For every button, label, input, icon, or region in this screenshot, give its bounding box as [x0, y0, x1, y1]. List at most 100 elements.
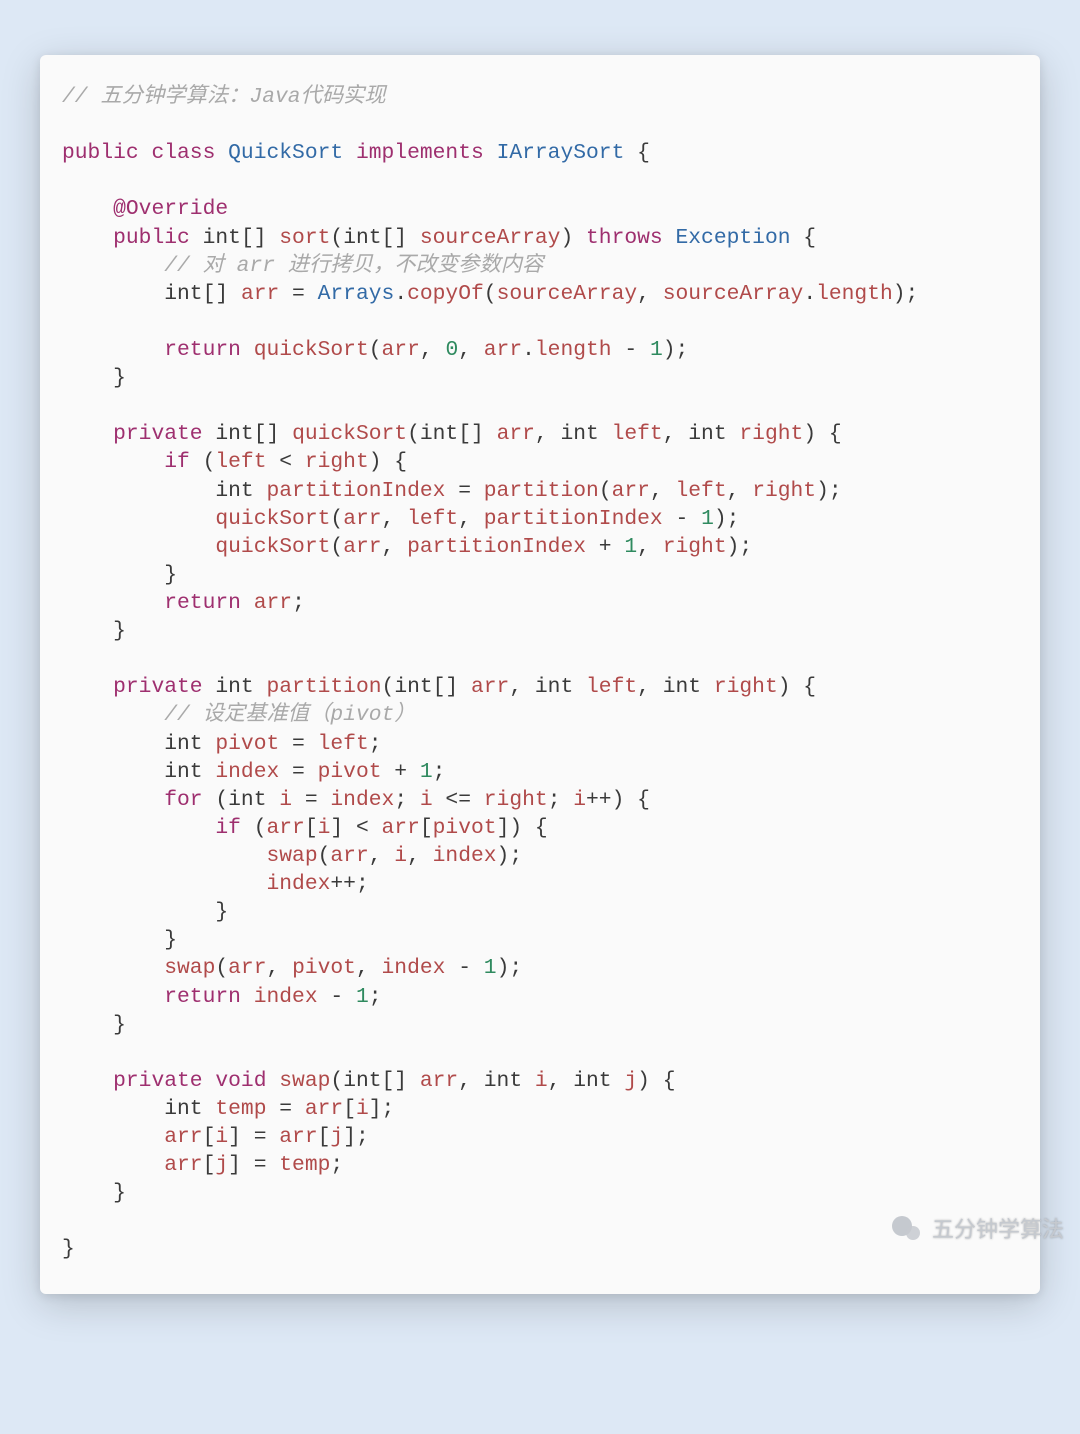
code-token: temp [215, 1097, 266, 1121]
code-token: [] [433, 675, 471, 699]
code-token [62, 1097, 164, 1121]
code-token: ( [330, 507, 343, 531]
code-token [62, 507, 215, 531]
code-token [62, 844, 266, 868]
code-token: private [113, 422, 202, 446]
code-token: right [739, 422, 803, 446]
code-token: right [752, 479, 816, 503]
code-token [62, 282, 164, 306]
code-token [203, 760, 216, 784]
code-token: i [279, 788, 292, 812]
code-token: Exception [676, 226, 791, 250]
code-token: + [382, 760, 420, 784]
code-token: , [727, 479, 753, 503]
watermark-text: 五分钟学算法 [932, 1212, 1064, 1244]
code-token [62, 1069, 113, 1093]
code-token: arr [164, 1153, 202, 1177]
code-token: j [624, 1069, 637, 1093]
code-token: private [113, 675, 202, 699]
code-token: length [816, 282, 893, 306]
code-token: int [535, 675, 573, 699]
code-token: ); [893, 282, 919, 306]
code-token: = [279, 282, 317, 306]
code-token: left [318, 732, 369, 756]
code-token: } [62, 928, 177, 952]
code-token: ) [560, 226, 586, 250]
code-token: [ [420, 816, 433, 840]
code-token: arr [343, 535, 381, 559]
code-token: partitionIndex [407, 535, 586, 559]
code-token: int [203, 226, 241, 250]
code-token: , [548, 1069, 574, 1093]
code-token: } [62, 1237, 75, 1261]
code-token: public [62, 141, 139, 165]
code-token: pivot [215, 732, 279, 756]
code-token: arr [343, 507, 381, 531]
code-token: < [267, 450, 305, 474]
code-token: int [164, 282, 202, 306]
code-token: int [164, 1097, 202, 1121]
code-token: ( [190, 450, 216, 474]
code-card: // 五分钟学算法：Java代码实现 public class QuickSor… [40, 55, 1040, 1294]
code-token: swap [279, 1069, 330, 1093]
code-token: int [215, 479, 253, 503]
code-token: // 五分钟学算法：Java代码实现 [62, 85, 386, 109]
wechat-icon [892, 1216, 926, 1240]
code-token: = [292, 788, 330, 812]
code-token: for [164, 788, 202, 812]
code-token [62, 675, 113, 699]
code-token [203, 1069, 216, 1093]
code-token [267, 788, 280, 812]
code-token: int [560, 422, 598, 446]
code-token: partition [484, 479, 599, 503]
code-token [62, 788, 164, 812]
code-token: . [522, 338, 535, 362]
code-token: int [573, 1069, 611, 1093]
code-token: arr [420, 1069, 458, 1093]
code-token: // 设定基准值（pivot） [164, 703, 415, 727]
code-token [62, 703, 164, 727]
code-token: } [62, 900, 228, 924]
code-token: int [484, 1069, 522, 1093]
code-token: ); [727, 535, 753, 559]
code-token: ; [433, 760, 446, 784]
code-token: arr [612, 479, 650, 503]
code-token: quickSort [215, 535, 330, 559]
code-token: partitionIndex [484, 507, 663, 531]
code-token [599, 422, 612, 446]
code-token [62, 1153, 164, 1177]
code-token: ( [407, 422, 420, 446]
code-token: int [343, 1069, 381, 1093]
code-token: - [445, 956, 483, 980]
code-token: arr [484, 338, 522, 362]
code-token: int [688, 422, 726, 446]
code-token: index [254, 985, 318, 1009]
code-token [62, 479, 215, 503]
code-token: left [612, 422, 663, 446]
code-token: - [663, 507, 701, 531]
code-token [139, 141, 152, 165]
code-token: arr [330, 844, 368, 868]
code-token: QuickSort [228, 141, 343, 165]
code-token: partition [267, 675, 382, 699]
code-token: ( [330, 226, 343, 250]
code-token: arr [228, 956, 266, 980]
code-token: ( [599, 479, 612, 503]
code-token [522, 1069, 535, 1093]
code-token: sourceArray [663, 282, 804, 306]
code-token: if [215, 816, 241, 840]
code-token: swap [266, 844, 317, 868]
code-token: i [420, 788, 433, 812]
code-token: i [215, 1125, 228, 1149]
code-token: } [62, 366, 126, 390]
code-token [254, 479, 267, 503]
code-token [62, 591, 164, 615]
code-token: index [433, 844, 497, 868]
code-token: index [382, 956, 446, 980]
code-token: left [215, 450, 266, 474]
code-token: right [305, 450, 369, 474]
code-token: sourceArray [420, 226, 561, 250]
code-token: return [164, 338, 241, 362]
code-token: , [509, 675, 535, 699]
code-token: if [164, 450, 190, 474]
